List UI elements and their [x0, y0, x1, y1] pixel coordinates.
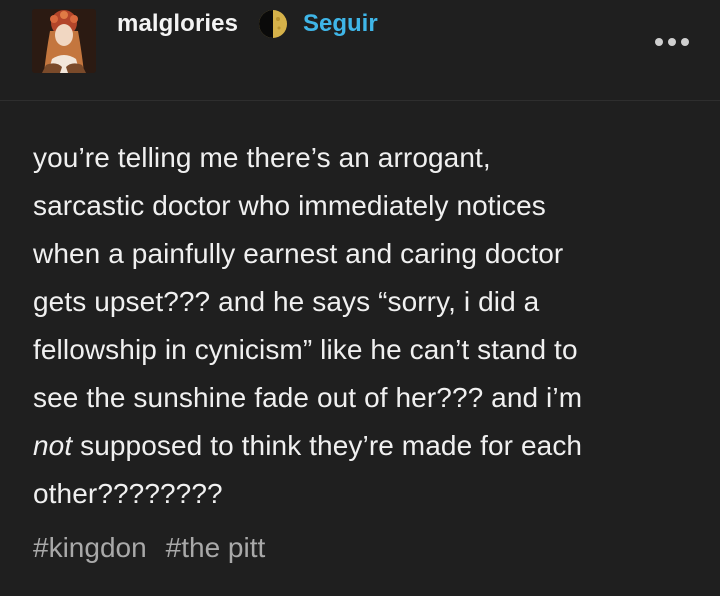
post-header: malglories Seguir	[0, 0, 720, 101]
post-line: other????????	[33, 478, 223, 509]
post-line: sarcastic doctor who immediately notices	[33, 190, 546, 221]
post-line: see the sunshine fade out of her??? and …	[33, 382, 583, 413]
post-line: fellowship in cynicism” like he can’t st…	[33, 334, 578, 365]
post-card: malglories Seguir you’re telling me ther…	[0, 0, 720, 596]
post-line: you’re telling me there’s an arrogant,	[33, 142, 491, 173]
post-line-rest: supposed to think they’re made for each	[72, 430, 583, 461]
dot-icon	[681, 38, 689, 46]
tag-list: #kingdon #the pitt	[33, 532, 265, 564]
tag-kingdon[interactable]: #kingdon	[33, 532, 147, 563]
post-line: not supposed to think they’re made for e…	[33, 422, 693, 470]
follow-button[interactable]: Seguir	[303, 10, 378, 38]
username-link[interactable]: malglories	[117, 10, 238, 38]
post-body: you’re telling me there’s an arrogant, s…	[33, 134, 693, 518]
tag-the-pitt[interactable]: #the pitt	[166, 532, 266, 563]
dot-icon	[655, 38, 663, 46]
post-line: when a painfully earnest and caring doct…	[33, 238, 564, 269]
post-line: gets upset??? and he says “sorry, i did …	[33, 286, 540, 317]
moon-phase-icon	[259, 10, 287, 38]
dot-icon	[668, 38, 676, 46]
emphasis-text: not	[33, 430, 73, 461]
more-options-icon[interactable]	[655, 36, 689, 48]
avatar[interactable]	[32, 9, 96, 73]
